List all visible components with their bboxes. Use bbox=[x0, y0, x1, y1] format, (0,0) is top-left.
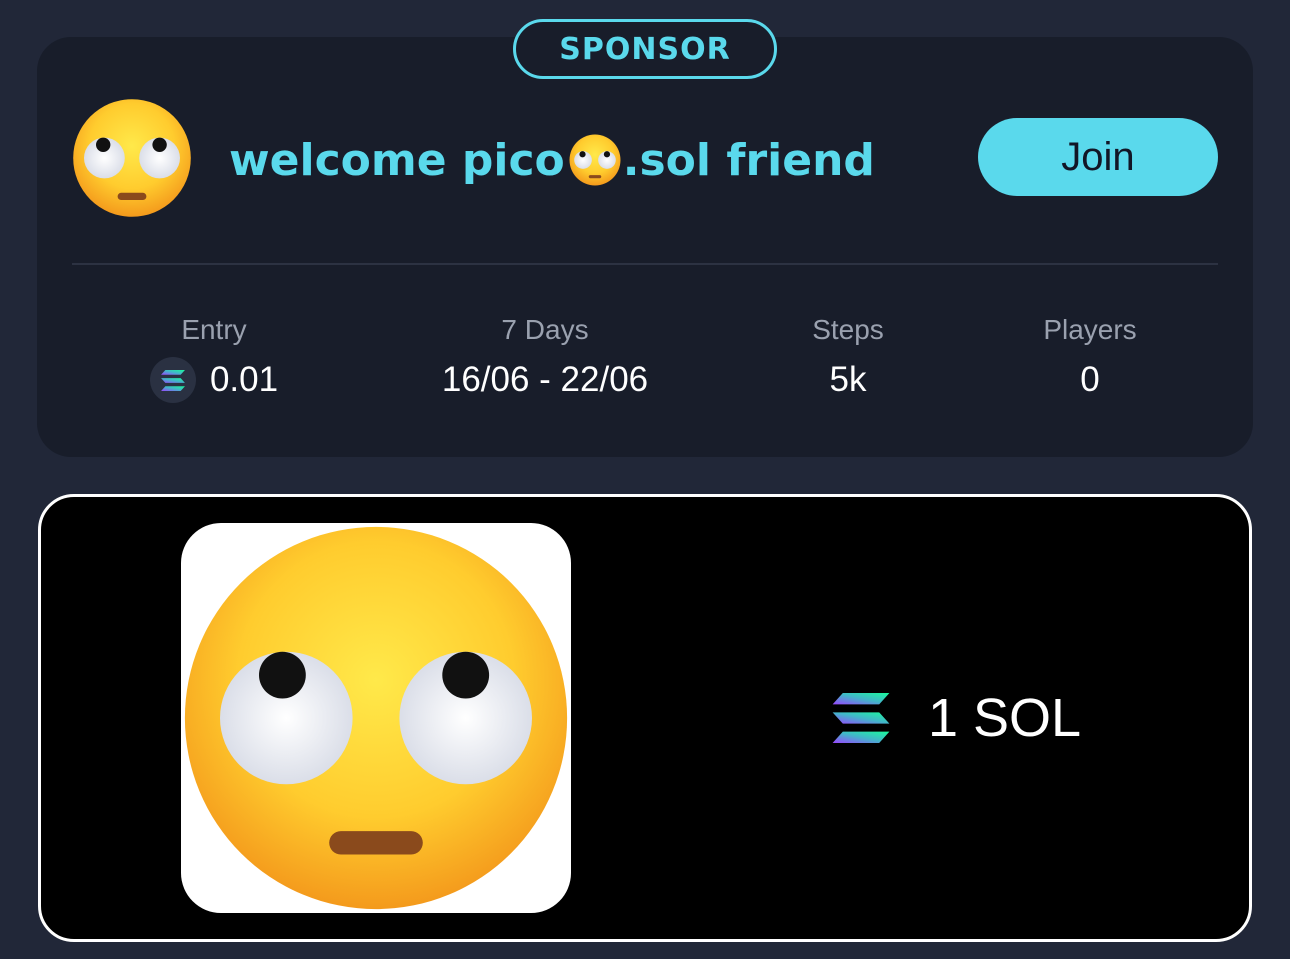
sponsor-badge: SPONSOR bbox=[513, 19, 777, 79]
stat-entry-value: 0.01 bbox=[209, 360, 279, 399]
solana-icon bbox=[149, 357, 196, 403]
stat-entry-value-row: 0.01 bbox=[114, 350, 314, 410]
challenge-title: welcome pico .sol friend bbox=[229, 128, 875, 192]
solana-icon bbox=[832, 693, 890, 743]
stat-entry-label: Entry bbox=[181, 314, 247, 345]
title-prefix: welcome pico bbox=[229, 134, 565, 186]
stat-duration-label: 7 Days bbox=[501, 314, 589, 345]
prize-image bbox=[181, 523, 571, 913]
stat-steps-value: 5k bbox=[829, 360, 867, 399]
stat-duration: 7 Days 16/06 - 22/06 bbox=[405, 310, 685, 410]
title-suffix: .sol friend bbox=[622, 134, 875, 186]
face-with-rolling-eyes-emoji-icon bbox=[181, 523, 571, 913]
stat-entry: Entry 0.01 bbox=[114, 310, 314, 410]
stat-steps-label: Steps bbox=[812, 314, 884, 345]
prize-amount-label: 1 SOL bbox=[928, 688, 1082, 748]
stat-players-value: 0 bbox=[1080, 360, 1100, 399]
stat-duration-value: 16/06 - 22/06 bbox=[441, 360, 649, 399]
stat-players-label: Players bbox=[1043, 314, 1137, 345]
face-with-rolling-eyes-emoji-icon bbox=[72, 98, 192, 218]
join-button[interactable]: Join bbox=[978, 118, 1218, 196]
prize-amount: 1 SOL bbox=[832, 680, 1081, 756]
face-with-rolling-eyes-emoji-icon bbox=[569, 134, 621, 186]
stat-players: Players 0 bbox=[1010, 310, 1170, 410]
stat-steps: Steps 5k bbox=[768, 310, 928, 410]
divider bbox=[72, 263, 1218, 265]
